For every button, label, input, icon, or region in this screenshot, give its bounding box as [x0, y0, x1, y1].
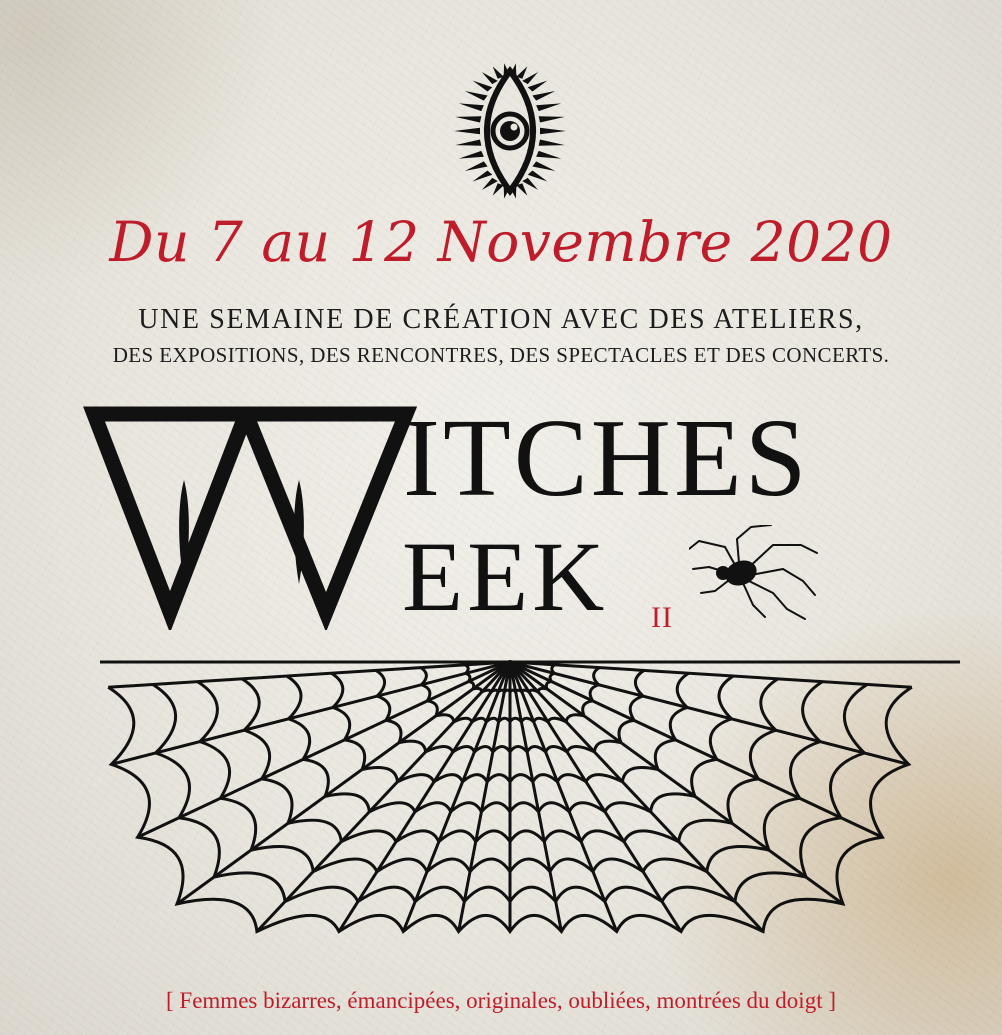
- edition-numeral: II: [651, 601, 673, 634]
- wordmark-itches: ITCHES: [403, 397, 810, 520]
- subtitle-line-2: DES EXPOSITIONS, DES RENCONTRES, DES SPE…: [112, 343, 890, 367]
- spider-web: [100, 660, 960, 935]
- poster: Du 7 au 12 Novembre 2020 UNE SEMAINE DE …: [0, 0, 1002, 1035]
- wordmark-eek: EEK: [402, 521, 609, 632]
- subtitle-line-1: UNE SEMAINE DE CRÉATION AVEC DES ATELIER…: [138, 304, 864, 335]
- event-date: Du 7 au 12 Novembre 2020: [109, 210, 893, 274]
- eye-icon: [454, 63, 566, 199]
- double-w-triangle-logo: [83, 406, 418, 630]
- footer-tagline: [ Femmes bizarres, émancipées, originale…: [166, 988, 836, 1013]
- spider-icon: [689, 525, 818, 620]
